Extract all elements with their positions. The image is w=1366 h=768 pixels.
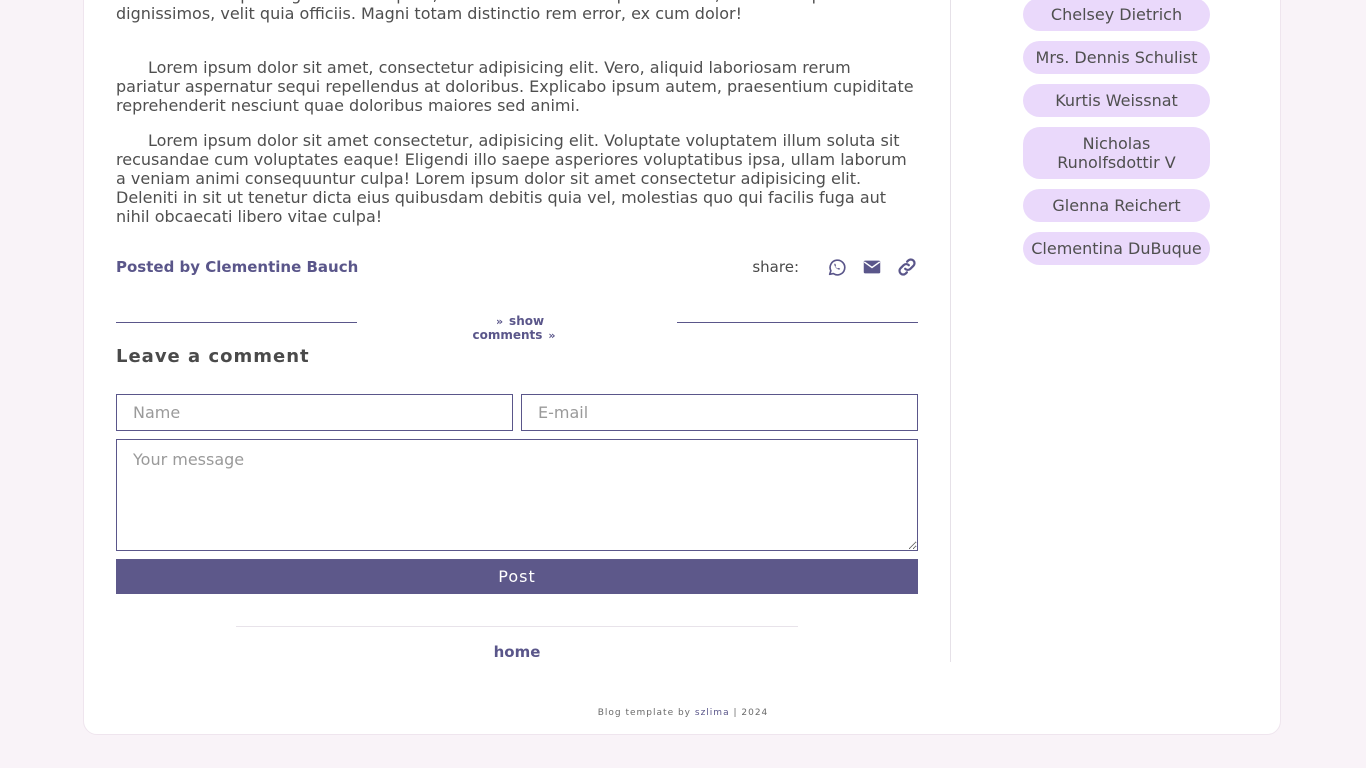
post-button[interactable]: Post — [116, 559, 918, 594]
divider — [236, 626, 798, 627]
show-comments-label: show comments — [472, 314, 545, 342]
article-paragraph: consectetur adipisicing elit. Ut tempora… — [116, 0, 872, 23]
footer-author-link[interactable]: szlima — [695, 708, 730, 718]
post-meta-row: Posted by Clementine Bauch share: — [116, 256, 918, 280]
mail-icon[interactable] — [861, 256, 883, 278]
article-paragraph: Lorem ipsum dolor sit amet consectetur, … — [116, 131, 907, 226]
author-chip[interactable]: Clementina DuBuque — [1023, 232, 1210, 265]
footer-credit: Blog template by szlima | 2024 — [0, 708, 1366, 718]
share-bar: share: — [752, 256, 918, 278]
message-field[interactable] — [116, 439, 918, 551]
show-comments-button[interactable]: » show comments» — [446, 314, 588, 342]
share-label: share: — [752, 258, 799, 276]
chevron-double-down-icon: » — [495, 315, 504, 328]
article-paragraph: Lorem ipsum dolor sit amet, consectetur … — [116, 58, 914, 115]
author-chip[interactable]: Mrs. Dennis Schulist — [1023, 41, 1210, 74]
footer-suffix: | 2024 — [733, 708, 769, 718]
author-chip[interactable]: Chelsey Dietrich — [1023, 0, 1210, 31]
author-chip[interactable]: Glenna Reichert — [1023, 189, 1210, 222]
column-divider — [950, 0, 951, 662]
divider — [677, 322, 918, 323]
author-chip[interactable]: Nicholas Runolfsdottir V — [1023, 127, 1210, 179]
comments-toggle-row: » show comments» — [116, 312, 918, 342]
author-chip[interactable]: Kurtis Weissnat — [1023, 84, 1210, 117]
chevron-double-down-icon: » — [548, 329, 556, 342]
email-field[interactable] — [521, 394, 918, 431]
whatsapp-icon[interactable] — [826, 256, 848, 278]
name-field[interactable] — [116, 394, 513, 431]
link-icon[interactable] — [896, 256, 918, 278]
divider — [116, 322, 357, 323]
footer-prefix: Blog template by — [597, 708, 692, 718]
posted-by-author[interactable]: Posted by Clementine Bauch — [116, 258, 358, 276]
home-link[interactable]: home — [116, 643, 918, 661]
comment-form-title: Leave a comment — [116, 346, 310, 367]
